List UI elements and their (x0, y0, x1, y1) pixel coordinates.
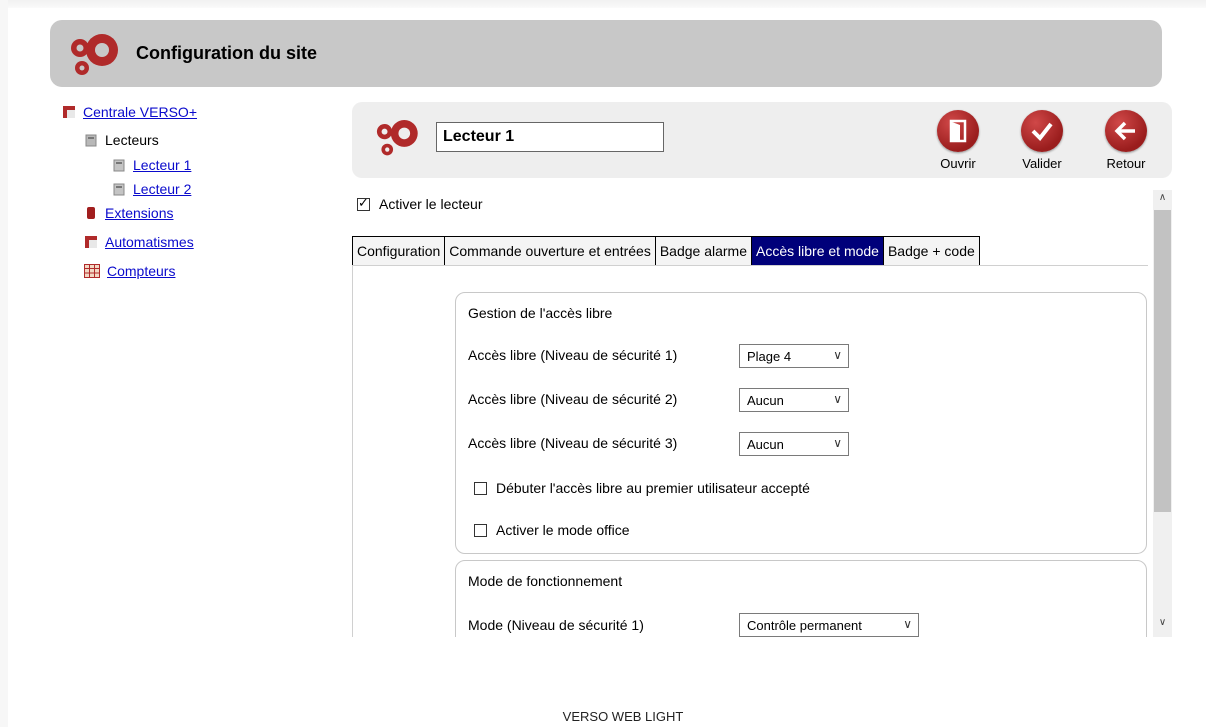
site-header: Configuration du site (50, 20, 1162, 87)
back-label: Retour (1106, 156, 1146, 171)
controller-icon (63, 106, 75, 118)
free-access-level-1-select[interactable]: Plage 4 ∨ (739, 344, 849, 368)
tree-item-extensions[interactable]: Extensions (84, 205, 173, 221)
office-mode-checkbox[interactable] (474, 523, 487, 537)
tab-configuration[interactable]: Configuration (352, 236, 445, 266)
select-value: Aucun (747, 436, 784, 452)
enable-reader-label: Activer le lecteur (379, 196, 483, 212)
free-access-level-3-label: Accès libre (Niveau de sécurité 3) (468, 435, 678, 451)
open-button[interactable]: Ouvrir (928, 110, 988, 171)
tree-item-lecteur-2[interactable]: Lecteur 2 (112, 181, 191, 197)
free-access-title: Gestion de l'accès libre (468, 305, 613, 321)
counter-table-icon (84, 264, 100, 278)
tree-item-compteurs[interactable]: Compteurs (84, 263, 175, 279)
tree-item-lecteurs[interactable]: Lecteurs (84, 132, 159, 148)
validate-button[interactable]: Valider (1012, 110, 1072, 171)
validate-label: Valider (1022, 156, 1062, 171)
footer-text: VERSO WEB LIGHT (562, 709, 684, 724)
reader-icon (113, 183, 125, 196)
browser-top-strip (0, 0, 1206, 8)
chevron-down-icon: ∨ (833, 392, 842, 406)
first-user-row[interactable]: Débuter l'accès libre au premier utilisa… (474, 480, 810, 496)
tab-badge-code[interactable]: Badge + code (882, 236, 980, 266)
tree-link-compteurs[interactable]: Compteurs (107, 263, 175, 279)
tree-item-centrale[interactable]: Centrale VERSO+ (62, 104, 197, 120)
reader-panel-header: Ouvrir Valider Retour (352, 102, 1172, 178)
checkmark-icon (1021, 110, 1063, 152)
free-access-level-2-select[interactable]: Aucun ∨ (739, 388, 849, 412)
free-access-level-3-select[interactable]: Aucun ∨ (739, 432, 849, 456)
operating-mode-title: Mode de fonctionnement (468, 573, 623, 589)
reader-icon (113, 159, 125, 172)
tree-link-lecteur-1[interactable]: Lecteur 1 (133, 157, 191, 173)
tab-bar: Configuration Commande ouverture et entr… (352, 236, 980, 266)
operating-mode-group: Mode de fonctionnement Mode (Niveau de s… (455, 560, 1147, 637)
enable-reader-checkbox[interactable] (357, 196, 370, 211)
tree-link-extensions[interactable]: Extensions (105, 205, 173, 221)
tab-badge-alarme[interactable]: Badge alarme (654, 236, 752, 266)
chevron-down-icon: ∨ (833, 436, 842, 450)
door-open-icon (937, 110, 979, 152)
free-access-level-2-label: Accès libre (Niveau de sécurité 2) (468, 391, 678, 407)
select-value: Aucun (747, 392, 784, 408)
open-label: Ouvrir (940, 156, 976, 171)
reader-group-icon (85, 134, 97, 147)
mode-level-1-select[interactable]: Contrôle permanent ∨ (739, 613, 919, 637)
gears-icon (71, 33, 118, 75)
content-scrollbar[interactable]: ∧ ∨ (1153, 190, 1172, 637)
automation-icon (85, 236, 97, 248)
mode-level-1-label: Mode (Niveau de sécurité 1) (468, 617, 644, 633)
tree-item-lecteur-1[interactable]: Lecteur 1 (112, 157, 191, 173)
select-value: Contrôle permanent (747, 617, 862, 633)
select-value: Plage 4 (747, 348, 792, 364)
scroll-thumb[interactable] (1154, 210, 1171, 512)
gears-icon (376, 119, 418, 156)
tab-acces-libre[interactable]: Accès libre et mode (751, 236, 883, 266)
tree-item-automatismes[interactable]: Automatismes (84, 234, 194, 250)
extension-icon (87, 207, 95, 219)
tree-link-lecteur-2[interactable]: Lecteur 2 (133, 181, 191, 197)
office-mode-label: Activer le mode office (496, 522, 630, 538)
enable-reader-row[interactable]: Activer le lecteur (357, 196, 482, 212)
tab-commande-ouverture[interactable]: Commande ouverture et entrées (444, 236, 655, 266)
arrow-left-icon (1105, 110, 1147, 152)
first-user-label: Débuter l'accès libre au premier utilisa… (496, 480, 810, 496)
page-title: Configuration du site (136, 43, 317, 63)
chevron-down-icon: ∨ (833, 348, 842, 362)
free-access-group: Gestion de l'accès libre Accès libre (Ni… (455, 292, 1147, 554)
chevron-down-icon: ∨ (903, 617, 912, 631)
tree-link-automatismes[interactable]: Automatismes (105, 234, 194, 250)
tree-link-centrale[interactable]: Centrale VERSO+ (83, 104, 197, 120)
first-user-checkbox[interactable] (474, 481, 487, 495)
tree-label-lecteurs: Lecteurs (105, 132, 159, 148)
free-access-level-1-label: Accès libre (Niveau de sécurité 1) (468, 347, 678, 363)
left-edge (0, 0, 8, 727)
back-button[interactable]: Retour (1096, 110, 1156, 171)
office-mode-row[interactable]: Activer le mode office (474, 522, 630, 538)
reader-name-input[interactable] (436, 122, 664, 152)
tab-content: Gestion de l'accès libre Accès libre (Ni… (352, 265, 1148, 637)
scroll-down-icon[interactable]: ∨ (1153, 617, 1172, 635)
scroll-up-icon[interactable]: ∧ (1153, 192, 1172, 210)
